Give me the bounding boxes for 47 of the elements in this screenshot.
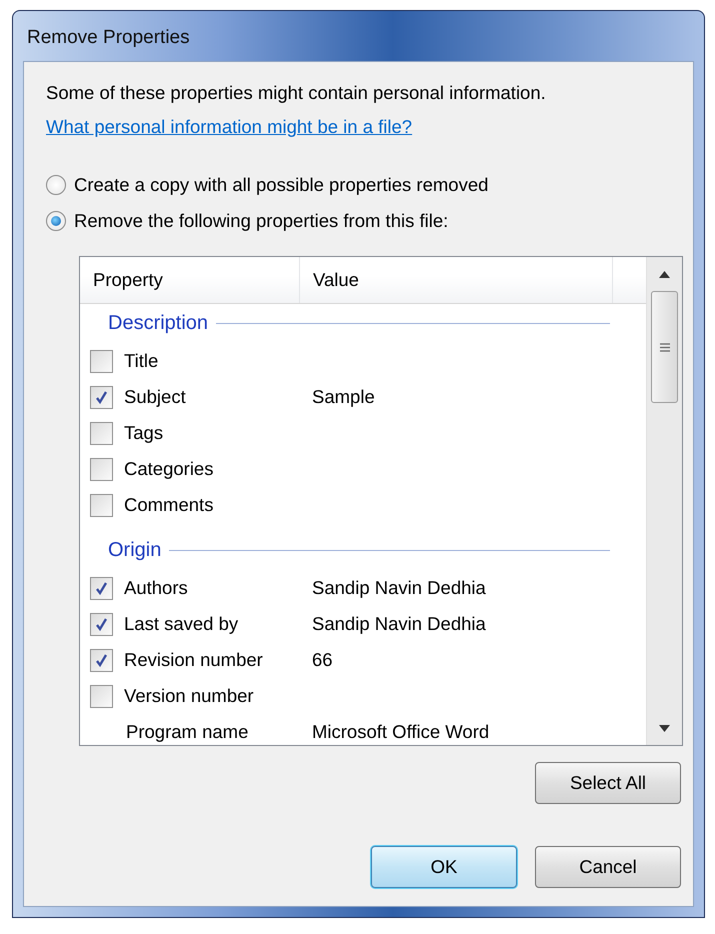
property-value: 66 [311, 649, 333, 671]
checkbox[interactable] [90, 648, 113, 672]
checkbox[interactable] [90, 350, 113, 372]
column-header[interactable]: Property [80, 257, 300, 303]
radio-label: Remove the following properties from this file: [74, 210, 448, 232]
intro-text: Some of these properties might contain personal information. [46, 82, 546, 104]
property-name: Authors [124, 577, 188, 599]
checkbox[interactable] [90, 612, 113, 636]
checkmark-icon [94, 616, 109, 632]
scroll-thumb[interactable] [651, 291, 678, 403]
column-header[interactable]: Value [300, 257, 613, 303]
property-value: Microsoft Office Word [311, 721, 490, 743]
window-title: Remove Properties [26, 26, 191, 50]
checkbox[interactable] [90, 422, 113, 444]
property-name: Comments [124, 494, 214, 516]
checkbox[interactable] [90, 576, 113, 600]
checkbox[interactable] [90, 684, 113, 708]
radio-button[interactable] [46, 175, 66, 195]
property-value: Sandip Navin Dedhia [311, 577, 486, 599]
grip-icon [660, 342, 670, 352]
property-value: Sample [311, 386, 375, 408]
checkmark-icon [94, 390, 109, 404]
cancel-button[interactable]: Cancel [535, 846, 681, 888]
scrollbar[interactable] [646, 257, 682, 745]
property-name: Last saved by [124, 613, 238, 635]
help-link[interactable]: What personal information might be in a file? [46, 116, 412, 138]
property-name: Title [124, 350, 158, 372]
group-heading: Origin [108, 539, 162, 562]
property-value: Sandip Navin Dedhia [311, 613, 486, 635]
select-all-button[interactable]: Select All [535, 762, 681, 804]
property-name: Revision number [124, 649, 263, 671]
checkmark-icon [94, 652, 109, 668]
property-name: Tags [124, 422, 164, 444]
group-heading: Description [108, 312, 208, 335]
property-name: Categories [124, 458, 214, 480]
property-name: Version number [124, 685, 254, 707]
scroll-up-icon[interactable] [659, 270, 670, 278]
radio-label: Create a copy with all possible properties removed [74, 174, 488, 196]
checkmark-icon [94, 580, 109, 596]
radio-button[interactable] [46, 211, 66, 231]
checkbox[interactable] [90, 494, 113, 516]
scroll-down-icon[interactable] [659, 724, 670, 732]
checkbox[interactable] [90, 386, 113, 408]
ok-button[interactable]: OK [371, 846, 517, 888]
property-name: Program name [126, 721, 248, 743]
checkbox[interactable] [90, 458, 113, 480]
property-name: Subject [124, 386, 186, 408]
